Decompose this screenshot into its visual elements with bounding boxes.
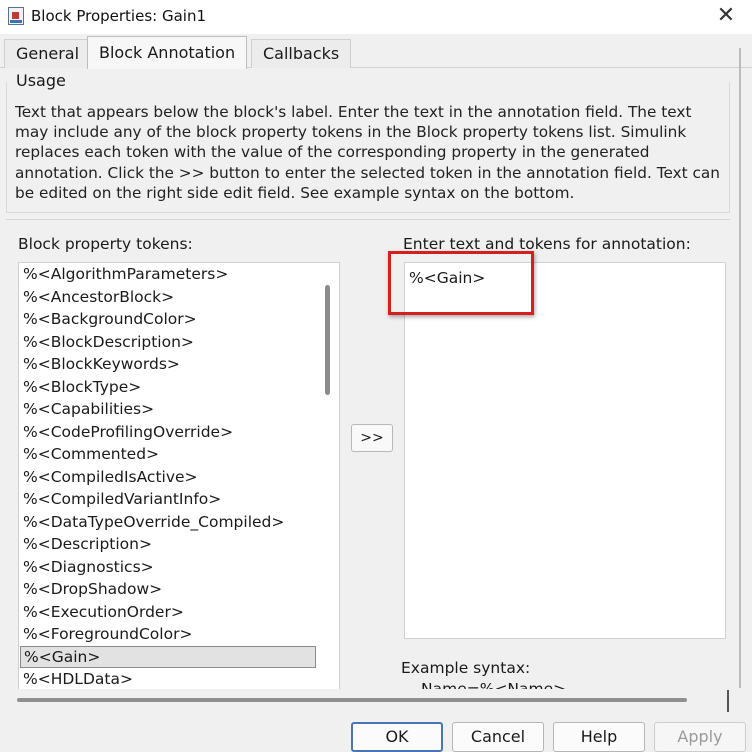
list-item[interactable]: %<ForegroundColor> [19, 623, 339, 646]
ok-button[interactable]: OK [351, 722, 443, 752]
example-syntax-value: Name=%<Name> [421, 680, 567, 689]
list-item[interactable]: %<AncestorBlock> [19, 286, 339, 309]
list-item[interactable]: %<Capabilities> [19, 398, 339, 421]
example-syntax-label: Example syntax: [401, 659, 531, 677]
title-bar: Block Properties: Gain1 ✕ [0, 0, 752, 34]
list-item[interactable]: %<Description> [19, 533, 339, 556]
list-item[interactable]: %<CompiledVariantInfo> [19, 488, 339, 511]
apply-button[interactable]: Apply [654, 722, 746, 752]
list-scrollbar-thumb[interactable] [325, 285, 330, 395]
tokens-list[interactable]: %<AlgorithmParameters> %<AncestorBlock> … [18, 262, 340, 690]
list-item[interactable]: %<AlgorithmParameters> [19, 263, 339, 286]
list-item[interactable]: %<CodeProfilingOverride> [19, 421, 339, 444]
cancel-button[interactable]: Cancel [452, 722, 544, 752]
simulink-block-icon [8, 7, 24, 25]
list-item[interactable]: %<CompiledIsActive> [19, 466, 339, 489]
scrollbar-corner [727, 690, 729, 712]
tab-general[interactable]: General [4, 39, 92, 68]
tab-callbacks[interactable]: Callbacks [251, 39, 352, 68]
list-scrollbar[interactable] [317, 263, 339, 689]
tab-block-annotation[interactable]: Block Annotation [87, 36, 248, 69]
usage-label: Usage [16, 71, 66, 90]
vertical-scrollbar[interactable] [739, 48, 741, 688]
list-item[interactable]: %<DropShadow> [19, 578, 339, 601]
tab-bar: General Block Annotation Callbacks [0, 36, 752, 69]
usage-description: Text that appears below the block's labe… [15, 103, 720, 202]
list-item[interactable]: %<DataTypeOverride_Compiled> [19, 511, 339, 534]
window-title: Block Properties: Gain1 [31, 7, 206, 25]
list-item[interactable]: %<BlockDescription> [19, 331, 339, 354]
list-item[interactable]: %<BlockKeywords> [19, 353, 339, 376]
add-token-button[interactable]: >> [351, 424, 393, 452]
tokens-label: Block property tokens: [18, 235, 193, 253]
list-item[interactable]: %<ExecutionOrder> [19, 601, 339, 624]
list-item[interactable]: %<Diagnostics> [19, 556, 339, 579]
help-button[interactable]: Help [553, 722, 645, 752]
list-item[interactable]: %<Commented> [19, 443, 339, 466]
list-item[interactable]: %<BlockType> [19, 376, 339, 399]
list-item-selected[interactable]: %<Gain> [20, 645, 316, 668]
close-icon[interactable]: ✕ [714, 4, 738, 28]
list-item[interactable]: %<HDLData> [19, 668, 339, 689]
horizontal-scrollbar-thumb[interactable] [17, 698, 687, 702]
annotation-field[interactable] [404, 262, 726, 639]
highlight-annotation-box [388, 251, 534, 315]
divider [6, 219, 730, 220]
list-item[interactable]: %<BackgroundColor> [19, 308, 339, 331]
